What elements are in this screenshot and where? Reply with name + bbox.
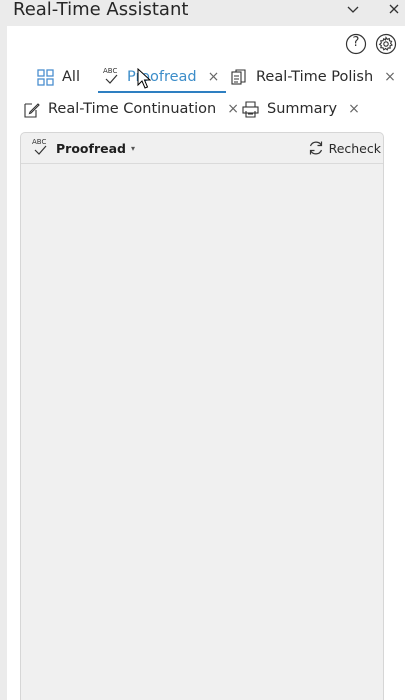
tab-label: All xyxy=(62,69,80,85)
pane-title: Real-Time Assistant xyxy=(13,0,189,20)
real-time-assistant-pane: Real-Time Assistant ? All ABC Proofread … xyxy=(0,0,405,700)
printer-summary-icon xyxy=(242,100,259,118)
gear-icon[interactable] xyxy=(375,33,397,55)
tab-label: Real-Time Continuation xyxy=(48,101,217,117)
chevron-down-icon: ▾ xyxy=(130,143,135,153)
tab-real-time-continuation[interactable]: Real-Time Continuation × xyxy=(23,95,239,123)
edit-document-icon xyxy=(23,101,40,118)
tab-label: Proofread xyxy=(127,69,197,85)
document-copy-icon xyxy=(231,68,248,86)
proofread-mode-dropdown[interactable]: ABC Proofread ▾ xyxy=(32,138,135,157)
tab-real-time-polish[interactable]: Real-Time Polish × xyxy=(231,63,396,91)
tab-label: Real-Time Polish xyxy=(256,69,374,85)
mode-label: Proofread xyxy=(56,140,126,156)
tab-proofread[interactable]: ABC Proofread × xyxy=(103,63,220,91)
active-tab-indicator xyxy=(98,91,226,93)
tab-label: Summary xyxy=(267,101,338,117)
help-icon[interactable]: ? xyxy=(345,33,367,55)
panel-header: ABC Proofread ▾ Recheck xyxy=(21,133,383,164)
abc-check-icon: ABC xyxy=(32,138,48,157)
abc-check-icon: ABC xyxy=(103,67,119,86)
proofread-panel: ABC Proofread ▾ Recheck xyxy=(20,132,384,700)
recheck-label: Recheck xyxy=(328,140,381,156)
close-icon[interactable]: × xyxy=(227,101,239,117)
tab-summary[interactable]: Summary × xyxy=(242,95,360,123)
refresh-icon xyxy=(307,139,325,157)
title-bar: Real-Time Assistant xyxy=(0,0,405,26)
close-icon[interactable]: × xyxy=(208,69,220,85)
close-icon[interactable]: × xyxy=(384,69,396,85)
help-glyph: ? xyxy=(352,35,360,50)
grid-icon xyxy=(37,68,54,86)
chevron-down-icon[interactable] xyxy=(343,0,363,20)
close-icon[interactable]: × xyxy=(348,101,360,117)
recheck-button[interactable]: Recheck xyxy=(307,139,381,157)
close-icon[interactable] xyxy=(384,0,404,20)
tab-all[interactable]: All xyxy=(37,63,80,91)
